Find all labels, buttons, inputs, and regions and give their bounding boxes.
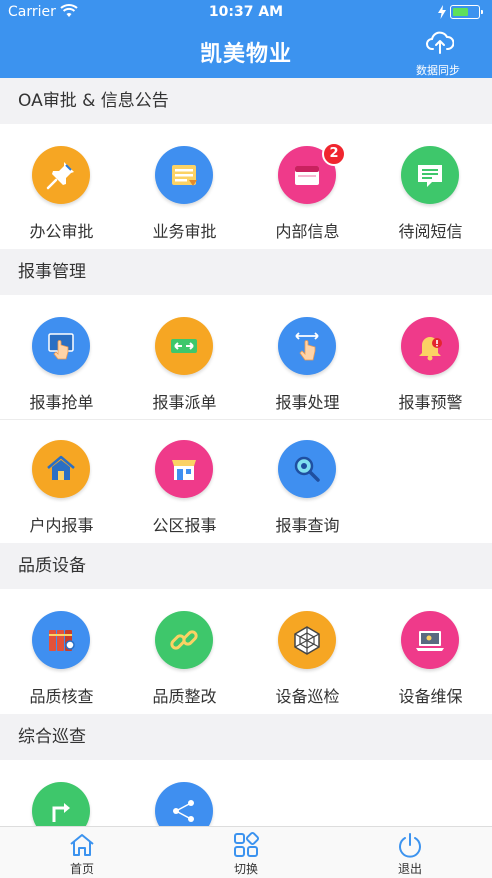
storefront-icon — [172, 460, 196, 480]
tile-dispatch-order[interactable]: 报事派单 — [123, 295, 246, 419]
patrol-grid — [0, 760, 492, 826]
tab-home[interactable]: 首页 — [0, 827, 164, 878]
binders-icon — [49, 630, 75, 651]
tile-label: 品质整改 — [152, 687, 217, 706]
tile-label: 待阅短信 — [398, 222, 463, 241]
home-icon — [70, 834, 94, 856]
tile-report-query[interactable]: 报事查询 — [246, 420, 369, 543]
tile-grab-order[interactable]: 报事抢单 — [0, 295, 123, 419]
clock: 10:37 AM — [208, 4, 284, 20]
tile-business-approval[interactable]: 业务审批 — [123, 124, 246, 249]
quality-grid: 品质核查 品质整改 设备巡检 设备维保 — [0, 589, 492, 714]
tile-quality-check[interactable]: 品质核查 — [0, 589, 123, 714]
unread-badge: 2 — [322, 142, 346, 166]
alarm-bell-icon — [419, 337, 442, 361]
tab-label: 切换 — [233, 862, 258, 876]
battery-icon — [450, 5, 483, 19]
chain-link-icon — [170, 630, 198, 650]
tile-report-warning[interactable]: 报事预警 — [369, 295, 492, 419]
section-quality-header: 品质设备 — [0, 543, 492, 589]
document-list-icon — [172, 165, 197, 186]
tile-indoor-report[interactable]: 户内报事 — [0, 420, 123, 543]
touch-screen-icon — [48, 333, 74, 360]
oa-grid: 办公审批 业务审批 2 内部信息 待阅短信 — [0, 124, 492, 249]
tile-label: 户内报事 — [29, 516, 94, 535]
section-oa-header: OA审批 & 信息公告 — [0, 78, 492, 124]
tile-label: 品质核查 — [29, 687, 94, 706]
house-icon — [47, 455, 75, 480]
tile-public-report[interactable]: 公区报事 — [123, 420, 246, 543]
tile-internal-info[interactable]: 2 内部信息 — [246, 124, 369, 249]
magnifier-icon — [294, 456, 320, 482]
tile-label: 报事抢单 — [29, 393, 94, 412]
section-patrol-header: 综合巡查 — [0, 714, 492, 760]
grid-switch-icon — [234, 831, 260, 857]
report-grid-row-2: 户内报事 公区报事 报事查询 — [0, 420, 492, 543]
tile-handle-report[interactable]: 报事处理 — [246, 295, 369, 419]
transfer-arrows-icon — [171, 339, 197, 353]
tile-label: 内部信息 — [275, 222, 340, 241]
tile-equipment-maintenance[interactable]: 设备维保 — [369, 589, 492, 714]
laptop-tool-icon — [416, 631, 444, 651]
chat-bubble-icon — [418, 165, 442, 187]
tile-unread-sms[interactable]: 待阅短信 — [369, 124, 492, 249]
tab-logout[interactable]: 退出 — [328, 827, 492, 878]
charging-icon — [438, 5, 446, 19]
tile-office-approval[interactable]: 办公审批 — [0, 124, 123, 249]
tile-patrol-2[interactable] — [123, 760, 246, 826]
tile-quality-rectify[interactable]: 品质整改 — [123, 589, 246, 714]
tab-switch[interactable]: 切换 — [164, 827, 328, 878]
bottom-tab-bar: 首页 切换 退出 — [0, 826, 492, 878]
tile-label: 设备巡检 — [275, 687, 340, 706]
tile-label: 办公审批 — [29, 222, 94, 241]
tile-label: 报事派单 — [152, 393, 217, 412]
status-bar: Carrier 10:37 AM — [0, 0, 492, 24]
tile-label: 设备维保 — [398, 687, 463, 706]
sync-button-label[interactable]: 数据同步 — [408, 62, 468, 78]
tile-equipment-patrol[interactable]: 设备巡检 — [246, 589, 369, 714]
share-nodes-icon — [173, 800, 194, 822]
tab-label: 退出 — [397, 862, 422, 876]
app-header: Carrier 10:37 AM 凯美物业 数据同步 — [0, 0, 492, 78]
message-box-icon — [295, 166, 319, 185]
power-icon — [399, 833, 421, 858]
turn-arrow-icon — [52, 803, 70, 822]
tile-label: 报事预警 — [398, 393, 463, 412]
tile-label: 报事查询 — [275, 516, 340, 535]
network-polygon-icon — [294, 626, 320, 655]
tile-patrol-1[interactable] — [0, 760, 123, 826]
cloud-sync-icon[interactable] — [426, 30, 454, 56]
tile-label: 业务审批 — [152, 222, 217, 241]
pushpin-icon — [46, 162, 74, 190]
report-grid-row-1: 报事抢单 报事派单 报事处理 报事预警 — [0, 295, 492, 420]
tab-label: 首页 — [69, 862, 94, 876]
battery-level — [453, 8, 468, 16]
section-report-header: 报事管理 — [0, 249, 492, 295]
tile-label: 报事处理 — [275, 393, 340, 412]
hand-swipe-icon — [295, 332, 319, 361]
tile-label: 公区报事 — [152, 516, 217, 535]
